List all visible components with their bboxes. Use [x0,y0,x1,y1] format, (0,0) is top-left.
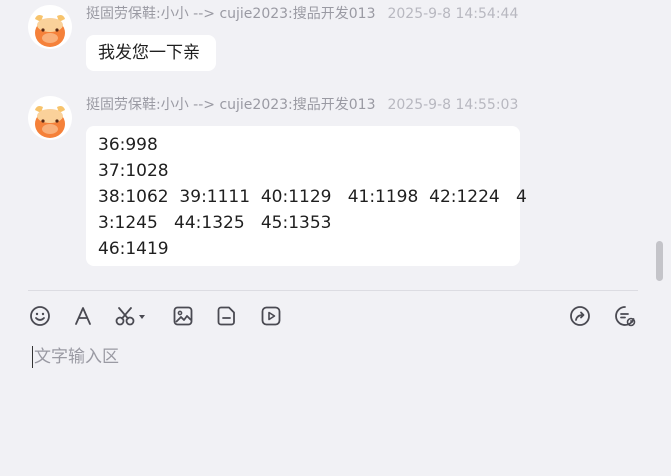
avatar[interactable] [28,96,72,140]
message-input[interactable]: 文字输入区 [28,342,638,462]
message-sender: 挺固劳保鞋:小小 --> cujie2023:搜品开发013 [86,6,376,22]
message-meta: 挺固劳保鞋:小小 --> cujie2023:搜品开发013 2025-9-8 1… [86,5,518,23]
message-meta: 挺固劳保鞋:小小 --> cujie2023:搜品开发013 2025-9-8 1… [86,96,518,114]
scissors-icon [115,307,145,326]
composer-toolbar [0,300,671,332]
message-sender: 挺固劳保鞋:小小 --> cujie2023:搜品开发013 [86,97,376,113]
message-item: 挺固劳保鞋:小小 --> cujie2023:搜品开发013 2025-9-8 1… [28,96,648,271]
image-button[interactable] [169,302,197,330]
quick-reply-icon [615,306,636,327]
emoji-icon [30,306,50,326]
quick-reply-button[interactable] [611,302,639,330]
message-time: 2025-9-8 14:54:44 [387,6,519,22]
bull-avatar-icon [28,96,72,140]
message-time: 2025-9-8 14:55:03 [387,97,519,113]
text-caret [32,346,33,368]
bull-avatar-icon [28,5,72,49]
screenshot-button[interactable] [112,302,150,330]
avatar[interactable] [28,5,72,49]
font-button[interactable] [69,302,97,330]
message-text-line: 36:998 [98,135,158,155]
file-icon [217,306,235,326]
message-bubble[interactable]: 我发您一下亲 [86,35,216,71]
font-icon [75,307,91,325]
image-icon [173,306,193,326]
share-button[interactable] [566,302,594,330]
message-item: 挺固劳保鞋:小小 --> cujie2023:搜品开发013 2025-9-8 1… [28,5,648,75]
message-list: 挺固劳保鞋:小小 --> cujie2023:搜品开发013 2025-9-8 1… [0,0,664,290]
input-placeholder: 文字输入区 [34,347,119,367]
scrollbar-thumb[interactable] [656,241,663,281]
file-button[interactable] [213,302,241,330]
emoji-button[interactable] [26,302,54,330]
message-text-line: 3:1245 44:1325 45:1353 [98,213,332,233]
composer-divider [28,290,638,291]
video-icon [261,306,281,326]
message-text-line: 38:1062 39:1111 40:1129 41:1198 42:1224 … [98,187,527,207]
message-text: 我发您一下亲 [98,43,200,63]
message-bubble[interactable]: 36:998 37:1028 38:1062 39:1111 40:1129 4… [86,126,527,266]
share-icon [570,306,590,326]
message-text-line: 46:1419 [98,239,169,259]
video-button[interactable] [257,302,285,330]
message-text-line: 37:1028 [98,161,169,181]
